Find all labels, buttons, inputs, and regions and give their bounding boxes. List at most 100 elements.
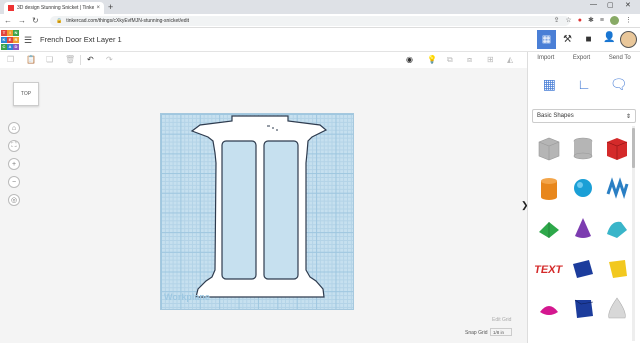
panel-actions: Import Export Send To bbox=[528, 52, 640, 65]
box-icon bbox=[606, 138, 628, 160]
shape-cone[interactable] bbox=[566, 208, 600, 248]
add-user-icon[interactable]: 👤 bbox=[603, 32, 615, 43]
design-menu-icon[interactable]: ☰ bbox=[24, 35, 32, 46]
home-view-icon[interactable]: ⌂ bbox=[8, 122, 20, 134]
frame-outline bbox=[190, 115, 328, 298]
snap-grid-label: Snap Grid bbox=[465, 330, 488, 336]
design-title[interactable]: French Door Ext Layer 1 bbox=[40, 35, 122, 44]
shape-wedge[interactable] bbox=[566, 248, 600, 288]
shape-roof[interactable] bbox=[532, 208, 566, 248]
3d-view-grid-icon[interactable]: ▦ bbox=[537, 30, 556, 49]
browser-extensions: ⇪ ☆ ● ✱ ≡ ⋮ bbox=[554, 16, 632, 26]
half-sphere-icon bbox=[540, 306, 558, 315]
shape-grid: TEXT bbox=[532, 128, 636, 328]
door-frame-shape[interactable] bbox=[160, 113, 354, 310]
bookmark-star-icon[interactable]: ☆ bbox=[566, 16, 572, 26]
user-avatar[interactable] bbox=[620, 31, 637, 48]
shape-sphere[interactable] bbox=[566, 168, 600, 208]
shape-box-hole[interactable] bbox=[532, 128, 566, 168]
fit-view-icon[interactable]: ⛶ bbox=[8, 140, 20, 152]
edit-grid-button[interactable]: Edit Grid bbox=[492, 317, 511, 323]
svg-text:TEXT: TEXT bbox=[535, 264, 563, 276]
tab-close-icon[interactable]: × bbox=[96, 5, 100, 11]
maximize-icon[interactable]: ▢ bbox=[607, 1, 614, 9]
extensions-puzzle-icon[interactable]: ✱ bbox=[588, 16, 594, 26]
align-icon[interactable]: ⊞ bbox=[487, 54, 494, 66]
shape-scribble[interactable] bbox=[600, 168, 634, 208]
wedge-icon bbox=[573, 260, 593, 278]
copy-icon[interactable]: ❐ bbox=[7, 54, 14, 66]
logo-letter: R bbox=[13, 37, 19, 43]
tab-title: 3D design Stunning Snicket | Tinkercad bbox=[17, 5, 95, 11]
perspective-icon[interactable]: ◎ bbox=[8, 194, 20, 206]
reload-icon[interactable]: ↻ bbox=[32, 16, 39, 26]
tinkercad-logo[interactable]: TINKERCAD bbox=[1, 30, 19, 50]
group-icon[interactable]: ⧉ bbox=[447, 54, 453, 66]
shape-cylinder-hole[interactable] bbox=[566, 128, 600, 168]
scribble-icon bbox=[606, 177, 629, 199]
ruler-tool-icon[interactable]: ∟ bbox=[575, 75, 593, 93]
cone-icon bbox=[575, 218, 591, 238]
shape-polygon[interactable] bbox=[566, 288, 600, 328]
shape-pyramid[interactable] bbox=[600, 248, 634, 288]
select-caret-icon: ⇕ bbox=[625, 113, 631, 120]
paraboloid-icon bbox=[608, 297, 626, 319]
zoom-in-icon[interactable]: + bbox=[8, 158, 20, 170]
minimize-icon[interactable]: — bbox=[590, 1, 597, 8]
paste-icon[interactable]: 📋 bbox=[26, 54, 36, 66]
import-button[interactable]: Import bbox=[537, 55, 554, 65]
shape-round-roof[interactable] bbox=[600, 208, 634, 248]
right-door-panel bbox=[263, 140, 299, 280]
new-tab-button[interactable]: + bbox=[108, 2, 113, 12]
window-close-icon[interactable]: ✕ bbox=[625, 1, 631, 9]
lock-icon: 🔒 bbox=[56, 18, 63, 24]
forward-icon[interactable]: → bbox=[18, 16, 26, 26]
panel-tool-icons: ▦ ∟ 🗨 bbox=[528, 65, 640, 109]
mirror-icon[interactable]: ◭ bbox=[507, 54, 513, 66]
zoom-out-icon[interactable]: − bbox=[8, 176, 20, 188]
pyramid-icon bbox=[609, 260, 627, 278]
text-icon: TEXT bbox=[535, 264, 563, 276]
snap-grid-select[interactable]: 1/8 in bbox=[490, 328, 512, 336]
profile-avatar[interactable] bbox=[610, 16, 619, 25]
browser-menu-icon[interactable]: ⋮ bbox=[625, 16, 632, 26]
workplane-tool-icon[interactable]: ▦ bbox=[540, 75, 558, 93]
duplicate-icon[interactable]: ❏ bbox=[46, 54, 53, 66]
shape-cylinder[interactable] bbox=[532, 168, 566, 208]
box-hole-icon bbox=[538, 137, 560, 161]
address-bar[interactable]: 🔒 tinkercad.com/things/cXkyEvfMJN-stunni… bbox=[50, 16, 570, 26]
hammer-icon[interactable]: ⚒ bbox=[558, 30, 577, 49]
notes-tool-icon[interactable]: 🗨 bbox=[610, 75, 628, 93]
cylinder-icon bbox=[541, 178, 557, 200]
shape-paraboloid[interactable] bbox=[600, 288, 634, 328]
shape-half-sphere[interactable] bbox=[532, 288, 566, 328]
round-roof-icon bbox=[607, 221, 627, 238]
delete-icon[interactable]: 🗑 bbox=[65, 54, 75, 66]
ungroup-icon[interactable]: ⧈ bbox=[467, 54, 472, 66]
logo-letter: D bbox=[13, 44, 19, 50]
workplane-label: Workplane bbox=[164, 292, 210, 302]
visibility-icon[interactable]: ◉ bbox=[406, 54, 413, 66]
share-icon[interactable]: ⇪ bbox=[554, 16, 560, 26]
undo-icon[interactable]: ↶ bbox=[87, 54, 94, 66]
panel-scroll-thumb[interactable] bbox=[632, 128, 635, 168]
back-icon[interactable]: ← bbox=[4, 16, 12, 26]
send-to-button[interactable]: Send To bbox=[609, 55, 631, 65]
cylinder-hole-icon bbox=[573, 137, 593, 160]
export-button[interactable]: Export bbox=[573, 55, 590, 65]
tinkercad-favicon-icon bbox=[8, 5, 14, 11]
shape-text[interactable]: TEXT bbox=[532, 248, 566, 288]
redo-icon[interactable]: ↷ bbox=[106, 54, 113, 66]
reading-list-icon[interactable]: ≡ bbox=[600, 16, 604, 26]
polygon-icon bbox=[574, 299, 594, 318]
view-cube[interactable]: TOP bbox=[13, 82, 39, 106]
tinkercad-header: TINKERCAD ☰ French Door Ext Layer 1 ▦ ⚒ … bbox=[0, 28, 640, 52]
shape-category-select[interactable]: Basic Shapes ⇕ bbox=[532, 109, 636, 123]
edit-toolbar: ❐ 📋 ❏ 🗑 ↶ ↷ ◉ 💡 ⧉ ⧈ ⊞ ◭ bbox=[0, 52, 527, 68]
pinterest-icon[interactable]: ● bbox=[578, 16, 582, 26]
shape-box[interactable] bbox=[600, 128, 634, 168]
shape-category-label: Basic Shapes bbox=[537, 113, 574, 119]
light-bulb-icon[interactable]: 💡 bbox=[427, 54, 437, 66]
briefcase-icon[interactable]: ■ bbox=[579, 30, 598, 49]
browser-tab[interactable]: 3D design Stunning Snicket | Tinkercad × bbox=[4, 2, 104, 14]
